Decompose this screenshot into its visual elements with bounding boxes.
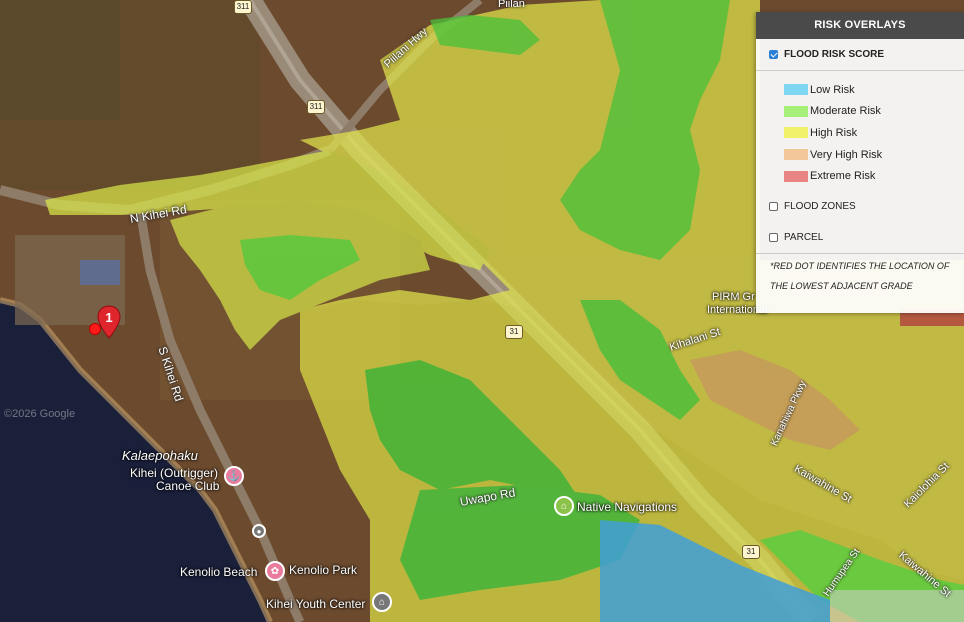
place-label-kalaepohaku: Kalaepohaku: [122, 448, 198, 463]
legend-item-very-high: Very High Risk: [756, 144, 964, 166]
small-poi-icon[interactable]: ●: [252, 524, 266, 538]
flood-risk-label: FLOOD RISK SCORE: [784, 49, 885, 60]
note: *RED DOT IDENTIFIES THE LOCATION OF THE …: [756, 254, 964, 296]
road-label-piilani-top: Piilan: [498, 0, 525, 10]
legend-swatch-low: [784, 84, 808, 96]
route-311-shield: 311: [307, 100, 325, 114]
legend-swatch-high: [784, 127, 808, 139]
panel-title: RISK OVERLAYS: [756, 12, 964, 39]
note-line-1: *RED DOT IDENTIFIES THE LOCATION OF: [770, 260, 950, 271]
youth-center-poi-icon[interactable]: ⌂: [372, 592, 392, 612]
parcel-checkbox[interactable]: [769, 233, 778, 243]
route-311-shield-top: 311: [234, 0, 252, 14]
legend-label-high: High Risk: [810, 126, 858, 139]
legend-swatch-extreme: [784, 170, 808, 182]
legend-item-low: Low Risk: [756, 79, 964, 101]
flood-zones-label: FLOOD ZONES: [784, 201, 856, 213]
flood-risk-score-toggle[interactable]: FLOOD RISK SCORE: [756, 39, 964, 70]
legend-item-moderate: Moderate Risk: [756, 101, 964, 123]
legend-label-extreme: Extreme Risk: [810, 170, 876, 183]
flood-zones-checkbox[interactable]: [769, 202, 778, 212]
place-label-pirm-1: PIRM Gr: [712, 291, 755, 303]
place-label-canoe-club-2: Canoe Club: [156, 479, 220, 493]
property-marker-pin[interactable]: 1: [96, 305, 122, 339]
kenolio-park-poi-icon[interactable]: ✿: [265, 561, 285, 581]
place-label-youth-center: Kihei Youth Center: [266, 597, 366, 611]
marker-number: 1: [105, 310, 113, 325]
route-31-shield-b: 31: [742, 545, 760, 559]
legend-label-very-high: Very High Risk: [810, 148, 883, 161]
flood-zones-toggle[interactable]: FLOOD ZONES: [756, 191, 964, 223]
flood-risk-checkbox[interactable]: [769, 50, 778, 59]
place-label-kenolio-park: Kenolio Park: [289, 563, 358, 577]
native-navigations-poi-icon[interactable]: ⌂: [554, 496, 574, 516]
legend-item-high: High Risk: [756, 122, 964, 144]
parcel-toggle[interactable]: PARCEL: [756, 223, 964, 253]
risk-overlays-panel: RISK OVERLAYS FLOOD RISK SCORE Low Risk …: [756, 12, 964, 313]
parcel-label: PARCEL: [784, 232, 824, 244]
legend-swatch-very-high: [784, 149, 808, 161]
legend-item-extreme: Extreme Risk: [756, 165, 964, 187]
legend-swatch-moderate: [784, 105, 808, 117]
google-attribution: ©2026 Google: [4, 408, 76, 420]
legend-label-low: Low Risk: [810, 83, 855, 96]
note-line-2: THE LOWEST ADJACENT GRADE: [770, 280, 913, 291]
place-label-native-navigations: Native Navigations: [577, 500, 678, 514]
place-label-kenolio-beach: Kenolio Beach: [180, 565, 258, 579]
place-label-canoe-club-1: Kihei (Outrigger): [130, 466, 219, 480]
canoe-club-poi-icon[interactable]: ⚓: [224, 466, 244, 486]
legend-label-moderate: Moderate Risk: [810, 105, 881, 118]
route-31-shield: 31: [505, 325, 523, 339]
legend: Low Risk Moderate Risk High Risk Very Hi…: [756, 71, 964, 187]
